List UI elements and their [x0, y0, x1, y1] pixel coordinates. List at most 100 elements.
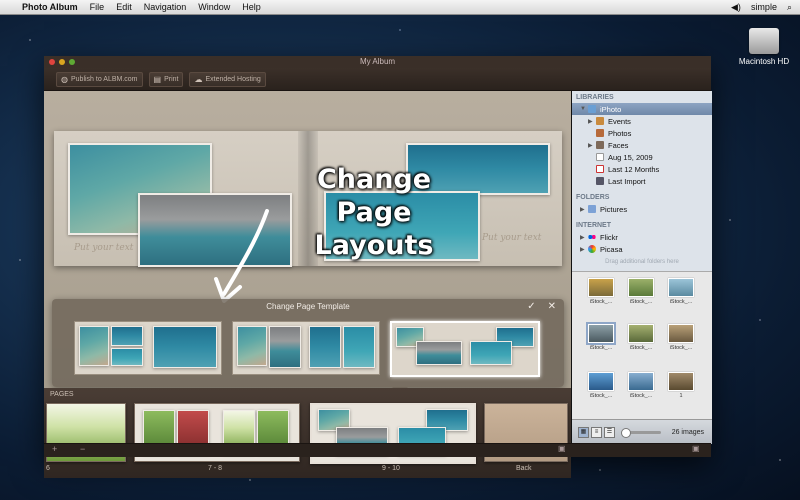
menu-window[interactable]: Window [198, 2, 230, 12]
sidebar-item-flickr[interactable]: ▶ Flickr [572, 231, 712, 243]
window-title: My Album [359, 57, 396, 66]
sidebar-item-photos[interactable]: Photos [572, 127, 712, 139]
sidebar-item-last-12-months[interactable]: Last 12 Months [572, 163, 712, 175]
add-icon[interactable]: + [52, 444, 57, 454]
toolbar: ◍ Publish to ALBM.com ▤ Print ☁ Extended… [44, 68, 711, 91]
sidebar-item-label: Faces [608, 140, 629, 150]
print-button[interactable]: ▤ Print [148, 71, 184, 87]
remove-icon[interactable]: − [80, 444, 85, 454]
folder-icon [588, 205, 596, 213]
disclosure-icon[interactable]: ▶ [580, 246, 588, 253]
hosting-button[interactable]: ☁ Extended Hosting [189, 71, 266, 87]
disclosure-icon[interactable]: ▶ [580, 234, 588, 241]
disclosure-icon[interactable]: ▶ [580, 206, 588, 213]
cloud-icon: ☁ [194, 74, 203, 84]
spotlight-icon[interactable]: ⌕ [787, 2, 792, 13]
disclosure-icon[interactable]: ▶ [588, 118, 596, 125]
callout-line: Page [336, 197, 412, 228]
printer-icon: ▤ [153, 74, 162, 84]
hosting-label: Extended Hosting [205, 75, 261, 83]
image-cell[interactable]: iStock_... [664, 278, 698, 305]
text-placeholder[interactable]: Put your text [482, 233, 541, 243]
list-view-icon[interactable]: ≡ [591, 426, 602, 438]
sidebar-item-label: Aug 15, 2009 [608, 152, 653, 162]
sidebar-item-label: Last 12 Months [608, 164, 660, 174]
template-option[interactable] [232, 321, 380, 375]
sidebar-item-label: Events [608, 116, 631, 126]
close-window-button[interactable] [49, 59, 55, 65]
minimize-window-button[interactable] [59, 59, 65, 65]
faces-icon [596, 141, 604, 149]
detail-view-icon[interactable]: ☰ [604, 426, 615, 438]
sidebar-item-date[interactable]: Aug 15, 2009 [572, 151, 712, 163]
callout-line: Layouts [314, 230, 434, 261]
browser-footer: ▦ ≡ ☰ 26 images [572, 419, 712, 444]
menu-app-name[interactable]: Photo Album [22, 2, 78, 12]
page-number: 7 - 8 [208, 465, 223, 472]
sidebar-item-picasa[interactable]: ▶ Picasa [572, 243, 712, 255]
image-cell[interactable]: iStock_... [624, 324, 658, 351]
pages-label: PAGES [50, 391, 74, 398]
template-option-selected[interactable] [390, 321, 540, 377]
calendar-icon [596, 153, 604, 161]
pages-strip: PAGES 6 7 - 8 9 - 10 Back [44, 388, 571, 478]
media-sidebar: LIBRARIES ▼ iPhoto ▶ Events Photos ▶ Fac… [571, 91, 712, 444]
image-cell[interactable]: iStock_... [584, 372, 618, 399]
thumbnail-size-slider[interactable] [621, 427, 661, 438]
image-count: 26 images [671, 428, 704, 436]
callout-text: Change Page Layouts [299, 163, 449, 262]
menu-file[interactable]: File [90, 2, 105, 12]
image-cell[interactable]: 1 [664, 372, 698, 399]
image-cell[interactable]: iStock_... [664, 324, 698, 351]
popover-title: Change Page Template [266, 302, 350, 311]
page-number: 6 [46, 465, 50, 472]
media-browser-toggle-icon[interactable]: ▣ [692, 444, 700, 453]
sidebar-toggle-icon[interactable]: ▣ [558, 444, 566, 453]
sidebar-item-iphoto[interactable]: ▼ iPhoto [572, 103, 712, 115]
editor-area: Put your text Put your text Change Page … [44, 91, 571, 478]
image-cell[interactable]: iStock_... [624, 372, 658, 399]
folders-header: FOLDERS [576, 194, 610, 201]
sidebar-item-label: iPhoto [600, 104, 622, 114]
disclosure-icon[interactable]: ▶ [588, 142, 596, 149]
page-number: 9 - 10 [382, 465, 400, 472]
sidebar-item-label: Picasa [600, 244, 623, 254]
publish-button[interactable]: ◍ Publish to ALBM.com [56, 71, 143, 87]
image-cell[interactable]: iStock_... [584, 278, 618, 305]
desktop-disk[interactable]: Macintosh HD [736, 28, 792, 66]
volume-icon[interactable]: ◀) [731, 2, 741, 13]
bottom-bar: + − ▣ ▣ [44, 443, 711, 457]
zoom-window-button[interactable] [69, 59, 75, 65]
sidebar-item-label: Flickr [600, 232, 618, 242]
disk-label: Macintosh HD [738, 57, 790, 66]
menu-navigation[interactable]: Navigation [144, 2, 187, 12]
sidebar-item-events[interactable]: ▶ Events [572, 115, 712, 127]
sidebar-item-faces[interactable]: ▶ Faces [572, 139, 712, 151]
image-cell[interactable]: iStock_... [624, 278, 658, 305]
sidebar-item-label: Last Import [608, 176, 646, 186]
menu-help[interactable]: Help [242, 2, 261, 12]
menu-edit[interactable]: Edit [116, 2, 132, 12]
libraries-header: LIBRARIES [576, 94, 614, 101]
album-window: My Album ◍ Publish to ALBM.com ▤ Print ☁… [44, 56, 712, 478]
template-option[interactable] [74, 321, 222, 375]
callout-arrow-icon [214, 209, 269, 303]
title-bar: My Album [44, 56, 711, 68]
menu-user[interactable]: simple [751, 2, 777, 12]
flickr-icon [588, 233, 596, 241]
sidebar-item-label: Photos [608, 128, 632, 138]
checkmark-icon[interactable]: ✓ [527, 299, 535, 315]
text-placeholder[interactable]: Put your text [74, 243, 133, 253]
callout-line: Change [316, 164, 432, 195]
photos-icon [596, 129, 604, 137]
disclosure-open-icon[interactable]: ▼ [580, 106, 588, 112]
sidebar-item-last-import[interactable]: Last Import [572, 175, 712, 187]
picasa-icon [588, 245, 596, 253]
publish-label: Publish to ALBM.com [70, 75, 138, 83]
grid-view-icon[interactable]: ▦ [578, 426, 589, 438]
image-cell-selected[interactable]: iStock_... [584, 322, 618, 351]
template-popover: Change Page Template ✓ ✕ [52, 299, 564, 395]
page-number: Back [516, 465, 532, 472]
close-icon[interactable]: ✕ [548, 299, 556, 315]
sidebar-item-pictures[interactable]: ▶ Pictures [572, 203, 712, 215]
